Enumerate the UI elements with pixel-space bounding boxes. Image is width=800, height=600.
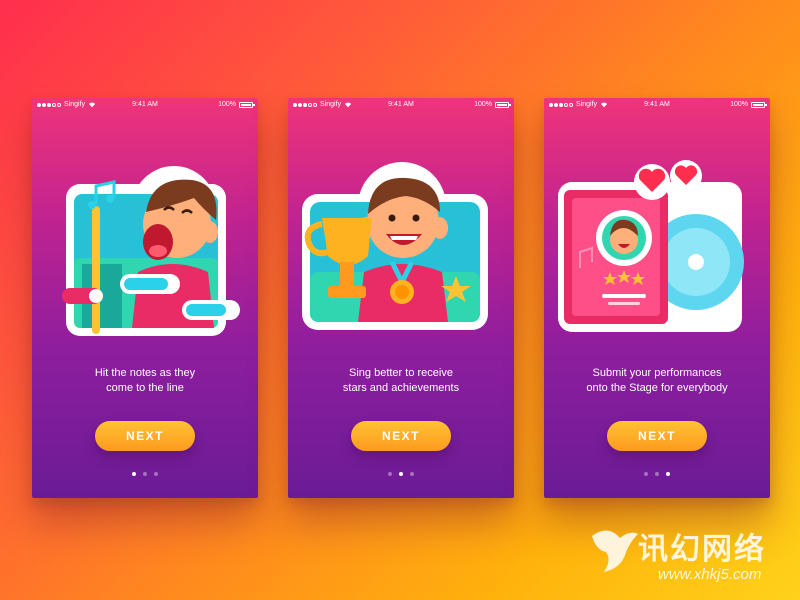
onboarding-screen-2: Singify 9:41 AM 100% Sing better to rece…: [288, 98, 514, 498]
watermark: 讯幻网络 www.xhkj5.com: [586, 516, 786, 590]
battery-icon: [239, 101, 255, 108]
page-dot-1[interactable]: [388, 472, 392, 476]
battery-percentage: 100%: [730, 101, 748, 108]
singing-boy-illustration: [62, 166, 240, 336]
page-dot-2[interactable]: [399, 472, 403, 476]
next-button[interactable]: NEXT: [95, 421, 195, 451]
battery-percentage: 100%: [474, 101, 492, 108]
page-dot-1[interactable]: [644, 472, 648, 476]
album-card-illustration: [558, 160, 744, 332]
page-indicator: [544, 472, 770, 476]
page-dot-2[interactable]: [143, 472, 147, 476]
onboarding-screen-3: Singify 9:41 AM 100% Submit your perform…: [544, 98, 770, 498]
page-dot-3[interactable]: [154, 472, 158, 476]
battery-percentage: 100%: [218, 101, 236, 108]
page-dot-1[interactable]: [132, 472, 136, 476]
watermark-text: 讯幻网络: [638, 532, 766, 567]
page-dot-3[interactable]: [666, 472, 670, 476]
page-indicator: [288, 472, 514, 476]
page-dot-2[interactable]: [655, 472, 659, 476]
bird-logo-icon: [592, 530, 638, 572]
status-bar: Singify 9:41 AM 100%: [32, 98, 258, 114]
onboarding-caption: Sing better to receive stars and achieve…: [342, 367, 460, 394]
onboarding-caption: Submit your performances onto the Stage …: [586, 367, 728, 394]
next-button[interactable]: NEXT: [607, 421, 707, 451]
battery-icon: [751, 101, 767, 108]
status-bar: Singify 9:41 AM 100%: [288, 98, 514, 114]
page-dot-3[interactable]: [410, 472, 414, 476]
onboarding-caption: Hit the notes as they come to the line: [94, 367, 196, 394]
trophy-boy-illustration: [302, 162, 488, 330]
battery-icon: [495, 101, 511, 108]
onboarding-screen-1: Singify 9:41 AM 100% Hit the notes as th…: [32, 98, 258, 498]
next-button[interactable]: NEXT: [351, 421, 451, 451]
page-indicator: [32, 472, 258, 476]
status-bar: Singify 9:41 AM 100%: [544, 98, 770, 114]
watermark-url: www.xhkj5.com: [658, 566, 762, 583]
